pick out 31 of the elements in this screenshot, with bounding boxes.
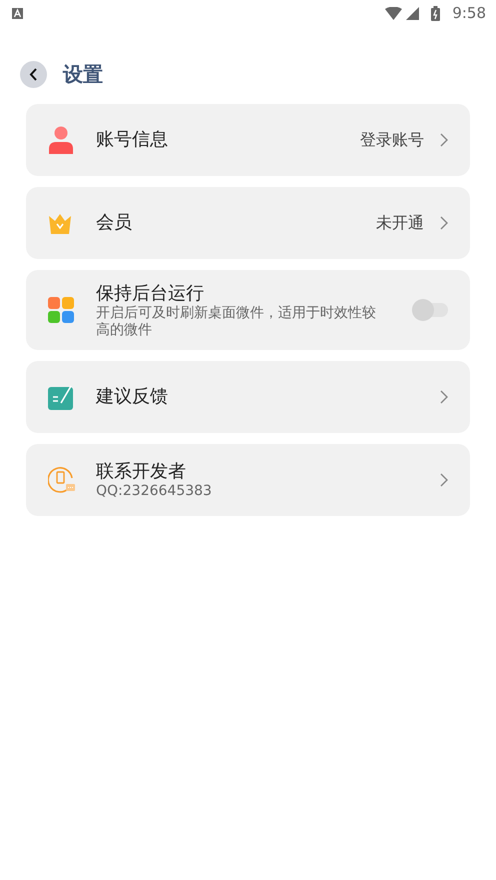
item-value: 未开通 bbox=[376, 212, 424, 234]
settings-item[interactable]: 建议反馈 bbox=[26, 361, 470, 433]
item-title: 建议反馈 bbox=[96, 385, 169, 409]
page-title: 设置 bbox=[63, 61, 103, 88]
back-icon bbox=[29, 68, 38, 80]
phone-chat-icon bbox=[48, 466, 76, 494]
grid-icon bbox=[48, 297, 74, 323]
notification-icon bbox=[12, 8, 23, 18]
item-subtitle: QQ:2326645383 bbox=[96, 483, 213, 500]
settings-item[interactable]: 保持后台运行 开启后可及时刷新桌面微件，适用于时效性较高的微件 bbox=[26, 270, 470, 350]
person-icon bbox=[48, 126, 74, 154]
back-button[interactable] bbox=[20, 60, 47, 88]
wifi-icon bbox=[385, 6, 402, 20]
crown-icon bbox=[48, 212, 72, 234]
chevron-right-icon bbox=[440, 216, 448, 230]
item-subtitle: 开启后可及时刷新桌面微件，适用于时效性较高的微件 bbox=[96, 304, 376, 338]
chevron-right-icon bbox=[440, 133, 448, 147]
item-title: 会员 bbox=[96, 211, 133, 235]
item-title: 保持后台运行 bbox=[96, 282, 205, 305]
note-pen-icon bbox=[48, 384, 74, 410]
chevron-right-icon bbox=[440, 473, 448, 487]
battery-icon bbox=[431, 6, 440, 20]
item-title: 联系开发者 bbox=[96, 460, 187, 484]
item-title: 账号信息 bbox=[96, 128, 169, 152]
signal-icon bbox=[406, 6, 420, 20]
chevron-right-icon bbox=[440, 390, 448, 404]
settings-item[interactable]: 联系开发者 QQ:2326645383 bbox=[26, 444, 470, 516]
item-value: 登录账号 bbox=[360, 129, 424, 151]
settings-item[interactable]: 会员 未开通 bbox=[26, 187, 470, 259]
status-time: 9:58 bbox=[452, 2, 486, 24]
settings-item[interactable]: 账号信息 登录账号 bbox=[26, 104, 470, 176]
